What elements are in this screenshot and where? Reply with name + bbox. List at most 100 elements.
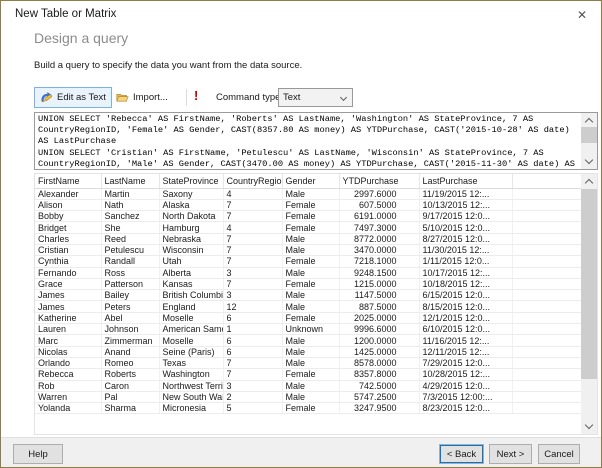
table-row[interactable]: James Peters England 12 Male 887.5000 8/15/201… [35,300,582,313]
cell-ytdpurchase: 1215.0000 [339,278,420,291]
results-scrollbar[interactable] [581,174,597,434]
column-header-lastpurchase[interactable]: LastPurchase [419,174,513,189]
table-row[interactable]: Cristian Petulescu Wisconsin 7 Male 3470.0000… [35,244,582,257]
edit-as-text-label: Edit as Text [57,92,106,103]
row-filler [512,300,582,313]
cell-lastname: Ross [101,267,160,279]
table-row[interactable]: Grace Patterson Kansas 7 Female 1215.0000 10/1… [35,278,582,291]
cancel-button[interactable]: Cancel [538,444,580,464]
table-row[interactable]: WarrenPalNew South Wales2Male5747.25007/… [35,391,582,404]
scroll-up-icon[interactable] [581,174,597,188]
cell-countryregionid: 2 [223,391,283,404]
cell-lastname: Reed [101,233,160,245]
cell-countryregionid: 7 [223,233,283,245]
row-filler [512,278,582,291]
cell-lastpurchase: 8/15/2015 12:0... [419,300,513,313]
table-row[interactable]: Marc Zimmerman Moselle 6 Male 1200.0000 11/16/… [35,334,582,347]
cell-gender: Male [282,380,340,392]
cell-gender: Unknown [282,323,340,336]
table-row[interactable]: James Bailey British Columbia 3 Male 1147.500… [35,289,582,302]
close-icon[interactable]: ✕ [573,6,591,24]
cell-firstname: Nicolas [35,346,102,358]
help-button[interactable]: Help [13,444,63,464]
query-scrollbar[interactable] [581,113,597,169]
table-row[interactable]: RobCaronNorthwest Terri...3Male742.50004… [35,380,582,392]
cell-lastname: Sharma [101,402,160,415]
table-row[interactable]: Fernando Ross Alberta 3 Male 9248.1500 10/17/2… [35,267,582,279]
table-row[interactable]: Bridget She Hamburg 4 Female 7497.3000 5/10/20… [35,221,582,234]
query-text-editor[interactable]: UNION SELECT 'Rebecca' AS FirstName, 'Ro… [34,112,598,170]
row-filler [512,267,582,279]
cell-lastpurchase: 12/11/2015 12:... [419,346,513,358]
next-button[interactable]: Next > [489,444,532,464]
table-row[interactable]: Yolanda Sharma Micronesia 5 Female 3247.9500 8… [35,402,582,415]
cell-firstname: Cristian [35,244,102,257]
table-row[interactable]: Alexander Martin Saxony 4 Male 2997.6000 11/19… [35,188,582,200]
import-button[interactable]: Import... [110,87,174,108]
run-query-icon[interactable]: ! [194,88,198,103]
cell-firstname: Alison [35,199,102,212]
table-row[interactable]: Nicolas Anand Seine (Paris) 6 Male 1425.0000 1… [35,346,582,358]
column-header-countryregionid[interactable]: CountryRegionID [223,174,283,189]
cell-ytdpurchase: 2025.0000 [339,312,420,325]
row-filler [512,312,582,325]
cell-gender: Male [282,334,340,347]
cell-countryregionid: 7 [223,278,283,291]
scroll-down-icon[interactable] [581,420,597,434]
cell-lastpurchase: 4/29/2015 12:0... [419,380,513,392]
cell-countryregionid: 6 [223,312,283,325]
scroll-up-icon[interactable] [581,113,597,127]
cell-ytdpurchase: 742.5000 [339,380,420,392]
cell-ytdpurchase: 3247.9500 [339,402,420,415]
table-row[interactable]: Alison Nath Alaska 7 Female 607.5000 10/13/201… [35,199,582,212]
table-row[interactable]: Rebecca Roberts Washington 7 Female 8357.8000… [35,368,582,381]
cell-lastname: Patterson [101,278,160,291]
column-header-stateprovince[interactable]: StateProvince [159,174,224,189]
cell-gender: Male [282,188,340,200]
table-row[interactable]: Bobby Sanchez North Dakota 7 Female 6191.0000… [35,210,582,223]
cell-stateprovince: England [159,300,224,313]
row-filler [512,244,582,257]
column-header-ytdpurchase[interactable]: YTDPurchase [339,174,420,189]
cell-lastpurchase: 6/15/2015 12:0... [419,289,513,302]
scrollbar-thumb[interactable] [581,127,597,143]
cell-lastpurchase: 6/10/2015 12:0... [419,323,513,336]
cell-gender: Male [282,391,340,404]
cell-stateprovince: American Samoa [159,323,224,336]
cell-firstname: Bobby [35,210,102,223]
cell-stateprovince: Nebraska [159,233,224,245]
table-row[interactable]: Charles Reed Nebraska 7 Male 8772.0000 8/27/20… [35,233,582,245]
table-row[interactable]: LaurenJohnsonAmerican Samoa1Unknown9996.… [35,323,582,336]
scroll-down-icon[interactable] [581,155,597,169]
cell-firstname: James [35,289,102,302]
cell-lastname: Petulescu [101,244,160,257]
table-row[interactable]: Cynthia Randall Utah 7 Female 7218.1000 1/11/2… [35,255,582,268]
chevron-down-icon [339,93,348,102]
cell-lastpurchase: 7/3/2015 12:00:... [419,391,513,404]
cell-countryregionid: 4 [223,188,283,200]
cell-gender: Male [282,267,340,279]
cell-firstname: Warren [35,391,102,404]
scrollbar-thumb[interactable] [581,189,597,379]
back-button[interactable]: < Back [439,444,484,464]
cell-lastpurchase: 11/30/2015 12:... [419,244,513,257]
table-row[interactable]: Katherine Abel Moselle 6 Female 2025.0000 12/1… [35,312,582,325]
edit-as-text-button[interactable]: Edit as Text [34,87,112,108]
cell-stateprovince: Moselle [159,312,224,325]
cell-gender: Male [282,233,340,245]
column-header-gender[interactable]: Gender [282,174,340,189]
cell-ytdpurchase: 8772.0000 [339,233,420,245]
query-text: UNION SELECT 'Rebecca' AS FirstName, 'Ro… [35,113,580,169]
cell-countryregionid: 7 [223,210,283,223]
row-filler [512,380,582,392]
table-row[interactable]: Orlando Romeo Texas 7 Male 8578.0000 7/29/2015… [35,357,582,370]
column-header-lastname[interactable]: LastName [101,174,160,189]
cell-ytdpurchase: 1200.0000 [339,334,420,347]
cell-gender: Female [282,312,340,325]
command-type-select[interactable]: Text [278,88,353,107]
cell-lastpurchase: 5/10/2015 12:0... [419,221,513,234]
cell-lastname: She [101,221,160,234]
row-filler [512,402,582,415]
column-header-firstname[interactable]: FirstName [35,174,102,189]
query-toolbar: Edit as Text Import... ! Command type: T… [34,87,598,109]
